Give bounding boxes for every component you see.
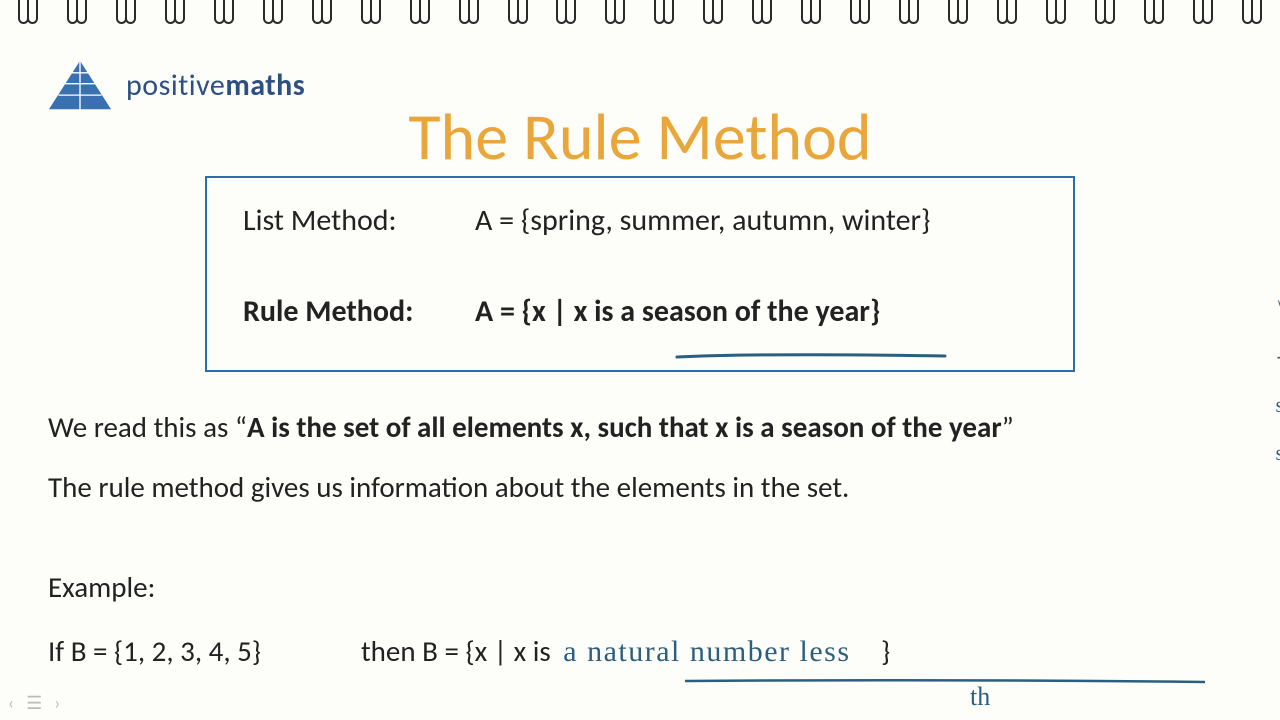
- page-title: The Rule Method: [0, 96, 1280, 177]
- example-if: If B = {1, 2, 3, 4, 5}: [48, 632, 261, 671]
- rule-method-value: A = {x | x is a season of the year}: [475, 293, 880, 330]
- rule-method-label: Rule Method:: [243, 293, 475, 330]
- prev-slide-icon[interactable]: ‹: [8, 692, 14, 714]
- closing-brace: }: [881, 633, 890, 669]
- menu-icon[interactable]: ☰: [26, 692, 42, 714]
- list-method-label: List Method:: [243, 202, 475, 239]
- blank-line-icon: [685, 670, 1205, 676]
- list-method-value: A = {spring, summer, autumn, winter}: [475, 202, 930, 239]
- next-slide-icon[interactable]: ›: [54, 692, 60, 714]
- example-line: If B = {1, 2, 3, 4, 5} then B = {x | x i…: [48, 632, 890, 675]
- reading-sentence: We read this as “A is the set of all ele…: [48, 408, 1014, 447]
- example-heading: Example:: [48, 568, 155, 607]
- example-then-prefix: then B = {x | x is: [361, 633, 557, 669]
- offscreen-scribble: \-ss: [1264, 284, 1280, 464]
- notebook-binding: [0, 0, 1280, 34]
- explanation-line: The rule method gives us information abo…: [48, 468, 849, 507]
- slide-controls: ‹ ☰ ›: [8, 692, 60, 714]
- definition-box: List Method: A = {spring, summer, autumn…: [205, 176, 1075, 372]
- handwritten-answer-cont: th: [970, 682, 990, 712]
- handwritten-answer: a natural number less: [557, 632, 856, 675]
- hand-underline-icon: [675, 332, 947, 340]
